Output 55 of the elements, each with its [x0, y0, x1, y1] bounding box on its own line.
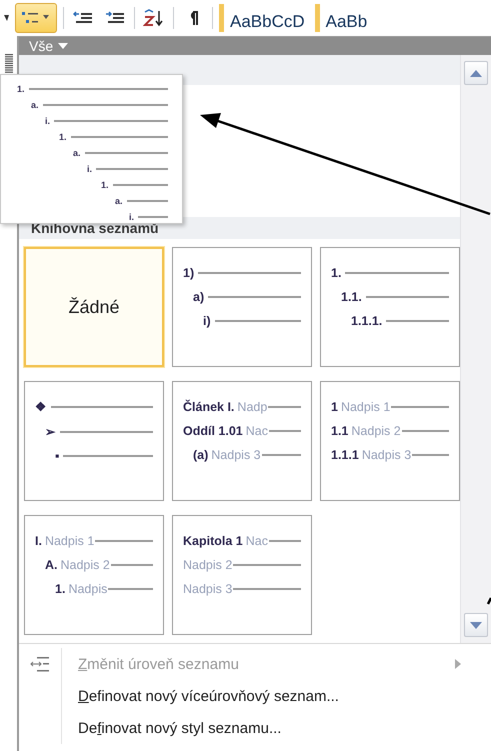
level-preview-line: Kapitola 1 Nac: [183, 534, 301, 548]
level-preview-line: ▪: [35, 449, 153, 463]
style-sample[interactable]: AaBbCcD: [219, 4, 309, 32]
level-preview-line: Oddíl 1.01 Nac: [183, 424, 301, 438]
list-style-option[interactable]: 1.1.1. 1.1.1.: [320, 247, 460, 367]
level-preview-line: a.: [17, 98, 168, 112]
multilevel-list-icon: [20, 10, 52, 26]
increase-indent-icon: [105, 10, 125, 26]
toolbar-button[interactable]: [15, 3, 57, 33]
level-preview-line: (a) Nadpis 3: [183, 448, 301, 462]
level-preview-line: Článek I. Nadp: [183, 400, 301, 414]
list-style-option[interactable]: Článek I. Nadp Oddíl 1.01 Nac (a) Nadpis 3: [172, 381, 312, 501]
list-style-option[interactable]: I. Nadpis 1 A. Nadpis 2 1. Nadpis: [24, 515, 164, 635]
level-preview-line: 1.: [17, 83, 168, 96]
level-preview-line: 1.1 Nadpis 2: [331, 424, 449, 438]
level-preview-line: 1.1.: [331, 290, 449, 304]
level-preview-line: Nadpis 2: [183, 558, 301, 572]
level-preview-line: Nadpis 3: [183, 582, 301, 596]
level-preview-line: 1 Nadpis 1: [331, 400, 449, 414]
level-preview-line: I. Nadpis 1: [35, 534, 153, 548]
level-preview-line: a): [183, 290, 301, 304]
level-preview-line: 1): [183, 266, 301, 280]
scroll-up-button[interactable]: [464, 61, 488, 85]
grip-icon: [4, 54, 12, 74]
list-style-option[interactable]: Kapitola 1 Nac Nadpis 2 Nadpis 3: [172, 515, 312, 635]
menu-item[interactable]: Definovat nový styl seznamu...: [19, 712, 491, 744]
level-preview-line: A. Nadpis 2: [35, 558, 153, 572]
list-level-icon: [30, 656, 50, 672]
decrease-indent-icon: [73, 10, 93, 26]
caret-icon: [58, 43, 68, 49]
level-preview-line: 1.: [17, 178, 168, 192]
level-preview-line: ➢: [35, 424, 153, 439]
level-preview-line: i.: [17, 162, 168, 176]
list-style-option[interactable]: 1) a) i): [172, 247, 312, 367]
menu-item[interactable]: Definovat nový víceúrovňový seznam...: [19, 680, 491, 712]
level-preview-line: a.: [17, 194, 168, 208]
down-arrow-icon: [470, 622, 482, 628]
level-preview-line: 1.1.1 Nadpis 3: [331, 448, 449, 462]
sort-icon: [143, 9, 165, 27]
list-style-option[interactable]: 1 Nadpis 1 1.1 Nadpis 2 1.1.1 Nadpis 3: [320, 381, 460, 501]
scroll-down-button[interactable]: [464, 613, 488, 637]
level-preview-line: 1. Nadpis: [35, 582, 153, 596]
level-preview-line: 1.1.1.: [331, 314, 449, 328]
level-preview-line: ❖: [35, 399, 153, 414]
level-preview-line: a.: [17, 146, 168, 160]
level-preview-line: i.: [17, 114, 168, 128]
level-preview-line: 1.: [331, 266, 449, 280]
level-preview-line: i): [183, 314, 301, 328]
list-style-option[interactable]: ❖ ➢ ▪: [24, 381, 164, 501]
list-style-option[interactable]: Žádné: [24, 247, 164, 367]
dropdown-arrow-icon: [4, 15, 9, 21]
style-sample[interactable]: AaBb: [314, 4, 372, 32]
submenu-arrow-icon: [455, 659, 461, 669]
level-preview-line: 1.: [17, 130, 168, 144]
up-arrow-icon: [470, 70, 482, 76]
